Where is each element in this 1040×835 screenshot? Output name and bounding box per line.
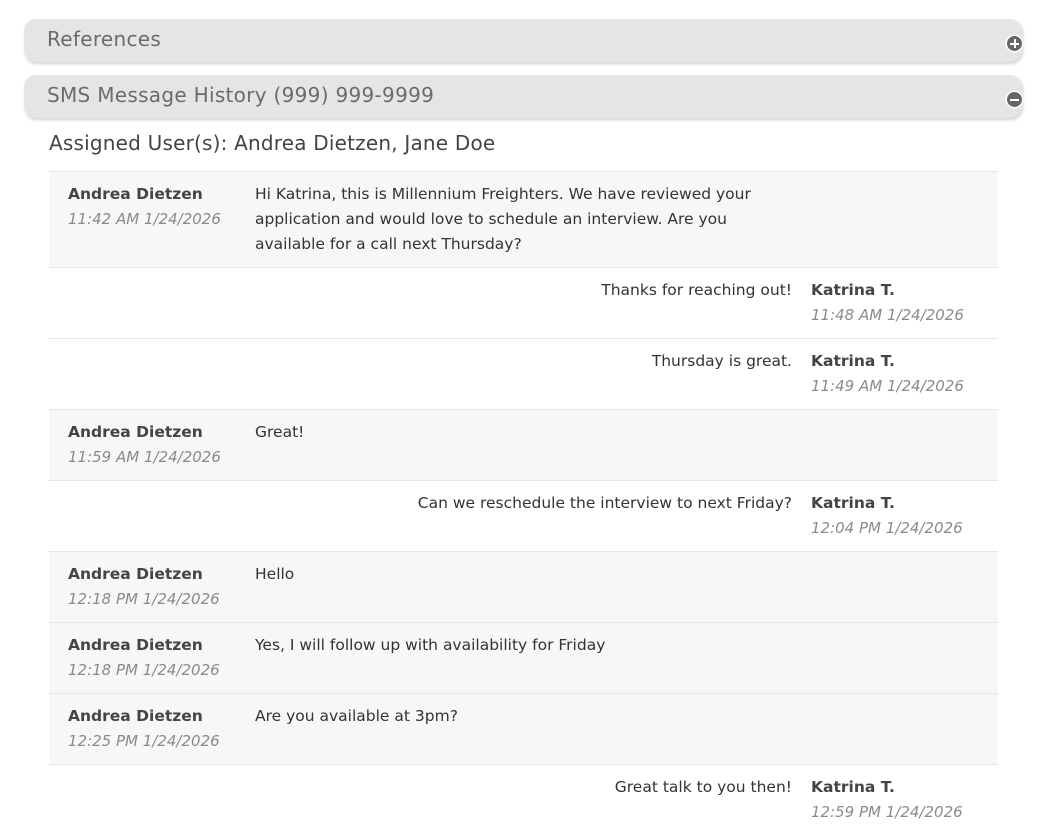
- message-text: Hi Katrina, this is Millennium Freighter…: [255, 185, 751, 253]
- sender-block: Andrea Dietzen 12:18 PM 1/24/2026: [68, 633, 220, 683]
- sender-name: Andrea Dietzen: [68, 185, 203, 203]
- message-timestamp: 12:25 PM 1/24/2026: [68, 732, 220, 750]
- references-panel-header[interactable]: References: [24, 19, 1022, 62]
- message-row: Andrea Dietzen 12:18 PM 1/24/2026 Hello: [49, 552, 998, 623]
- sms-history-panel-header[interactable]: SMS Message History (999) 999-9999: [24, 75, 1022, 118]
- message-timestamp: 11:59 AM 1/24/2026: [68, 448, 221, 466]
- message-row: Andrea Dietzen 11:42 AM 1/24/2026 Hi Kat…: [49, 172, 998, 268]
- message-row: Andrea Dietzen 12:18 PM 1/24/2026 Yes, I…: [49, 623, 998, 694]
- message-row: Thursday is great. Katrina T. 11:49 AM 1…: [49, 339, 998, 410]
- sender-block: Andrea Dietzen 11:59 AM 1/24/2026: [68, 420, 221, 470]
- sender-name: Katrina T.: [811, 494, 895, 512]
- message-row: Andrea Dietzen 11:59 AM 1/24/2026 Great!: [49, 410, 998, 481]
- sender-block: Katrina T. 11:48 AM 1/24/2026: [811, 278, 964, 328]
- message-timestamp: 12:18 PM 1/24/2026: [68, 661, 220, 679]
- sender-name: Katrina T.: [811, 778, 895, 796]
- sender-name: Andrea Dietzen: [68, 565, 203, 583]
- sender-block: Andrea Dietzen 11:42 AM 1/24/2026: [68, 182, 221, 232]
- message-timestamp: 11:48 AM 1/24/2026: [811, 306, 964, 324]
- sender-block: Katrina T. 11:49 AM 1/24/2026: [811, 349, 964, 399]
- sender-name: Andrea Dietzen: [68, 636, 203, 654]
- message-text: Thursday is great.: [651, 352, 792, 370]
- sender-block: Andrea Dietzen 12:25 PM 1/24/2026: [68, 704, 220, 754]
- message-row: Great talk to you then! Katrina T. 12:59…: [49, 765, 998, 835]
- sender-block: Katrina T. 12:59 PM 1/24/2026: [811, 775, 963, 825]
- message-text: Hello: [255, 565, 295, 583]
- message-text: Great!: [255, 423, 305, 441]
- plus-circle-icon[interactable]: [1007, 36, 1022, 51]
- message-text: Great talk to you then!: [614, 778, 792, 796]
- message-text: Are you available at 3pm?: [255, 707, 458, 725]
- sender-name: Andrea Dietzen: [68, 707, 203, 725]
- assigned-users: Assigned User(s): Andrea Dietzen, Jane D…: [49, 131, 496, 155]
- message-text: Yes, I will follow up with availability …: [255, 636, 606, 654]
- message-text: Thanks for reaching out!: [601, 281, 792, 299]
- message-row: Thanks for reaching out! Katrina T. 11:4…: [49, 268, 998, 339]
- message-timestamp: 12:18 PM 1/24/2026: [68, 590, 220, 608]
- references-panel-title: References: [47, 27, 162, 51]
- sender-block: Katrina T. 12:04 PM 1/24/2026: [811, 491, 963, 541]
- message-timestamp: 11:42 AM 1/24/2026: [68, 210, 221, 228]
- sms-history-panel-title: SMS Message History (999) 999-9999: [47, 83, 435, 107]
- message-timestamp: 12:04 PM 1/24/2026: [811, 519, 963, 537]
- sender-block: Andrea Dietzen 12:18 PM 1/24/2026: [68, 562, 220, 612]
- minus-circle-icon[interactable]: [1007, 92, 1022, 107]
- sender-name: Katrina T.: [811, 352, 895, 370]
- message-timestamp: 12:59 PM 1/24/2026: [811, 803, 963, 821]
- message-timestamp: 11:49 AM 1/24/2026: [811, 377, 964, 395]
- message-row: Can we reschedule the interview to next …: [49, 481, 998, 552]
- message-row: Andrea Dietzen 12:25 PM 1/24/2026 Are yo…: [49, 694, 998, 765]
- sender-name: Katrina T.: [811, 281, 895, 299]
- message-thread: Andrea Dietzen 11:42 AM 1/24/2026 Hi Kat…: [49, 171, 998, 835]
- message-text: Can we reschedule the interview to next …: [417, 494, 792, 512]
- sender-name: Andrea Dietzen: [68, 423, 203, 441]
